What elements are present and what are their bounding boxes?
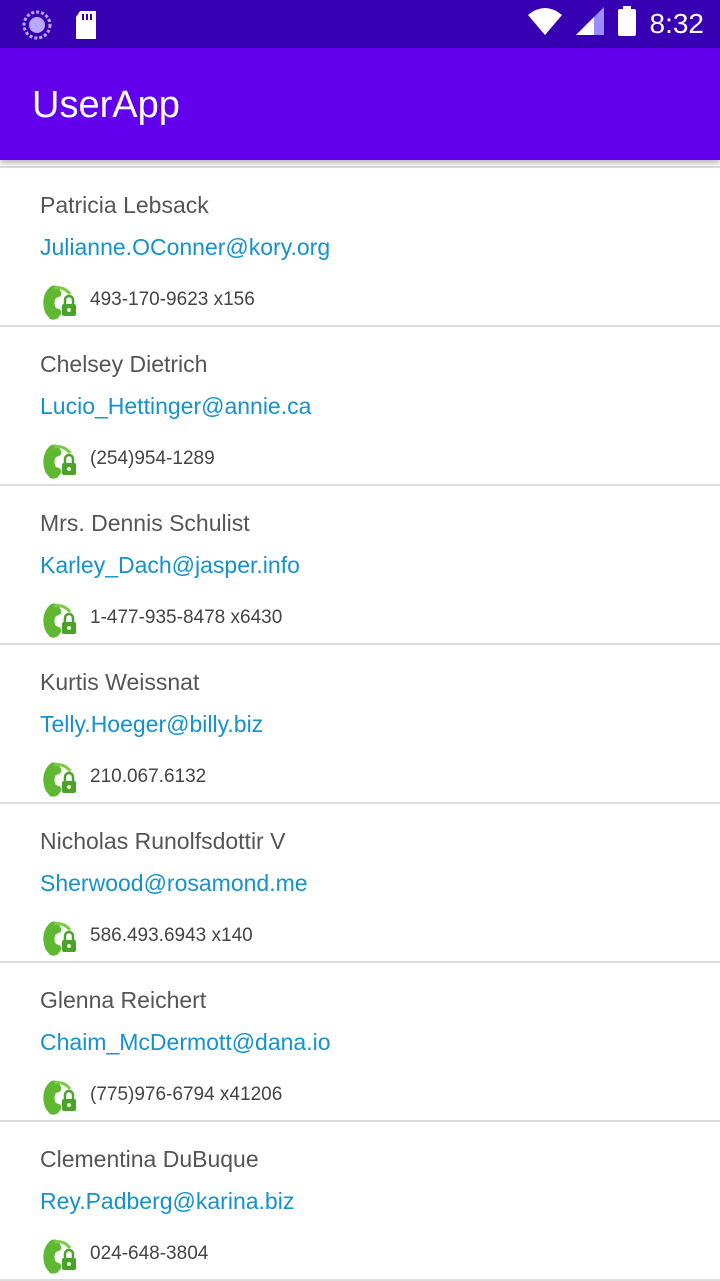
user-phone: 1-477-935-8478 x6430 bbox=[90, 607, 283, 628]
app-title: UserApp bbox=[32, 84, 180, 126]
user-name: Kurtis Weissnat bbox=[40, 669, 200, 695]
phone-lock-icon bbox=[40, 439, 80, 479]
list-item[interactable]: Chelsey Dietrich Lucio_Hettinger@annie.c… bbox=[0, 327, 720, 486]
user-name: Glenna Reichert bbox=[40, 987, 207, 1013]
signal-icon bbox=[575, 7, 604, 40]
user-email-link[interactable]: Sherwood@rosamond.me bbox=[40, 870, 308, 897]
status-bar: 8:32 bbox=[0, 0, 720, 48]
user-phone: (254)954-1289 bbox=[90, 448, 215, 469]
list-item[interactable]: Glenna Reichert Chaim_McDermott@dana.io … bbox=[0, 963, 720, 1122]
app-bar: UserApp bbox=[0, 48, 720, 160]
phone-lock-icon bbox=[40, 598, 80, 638]
user-email-link[interactable]: Chaim_McDermott@dana.io bbox=[40, 1029, 331, 1056]
list-item[interactable]: Nicholas Runolfsdottir V Sherwood@rosamo… bbox=[0, 804, 720, 963]
list-item[interactable]: Patricia Lebsack Julianne.OConner@kory.o… bbox=[0, 168, 720, 327]
user-email-link[interactable]: Telly.Hoeger@billy.biz bbox=[40, 711, 263, 738]
phone-lock-icon bbox=[40, 757, 80, 797]
phone-lock-icon bbox=[40, 1234, 80, 1274]
user-email-link[interactable]: Karley_Dach@jasper.info bbox=[40, 552, 300, 579]
user-phone: (775)976-6794 x41206 bbox=[90, 1084, 283, 1105]
list-item[interactable]: Kurtis Weissnat Telly.Hoeger@billy.biz 2… bbox=[0, 645, 720, 804]
sd-card-icon bbox=[74, 11, 98, 44]
user-name: Patricia Lebsack bbox=[40, 192, 209, 218]
phone-lock-icon bbox=[40, 280, 80, 320]
user-email-link[interactable]: Lucio_Hettinger@annie.ca bbox=[40, 393, 311, 420]
phone-lock-icon bbox=[40, 1075, 80, 1115]
list-item[interactable]: Clementina DuBuque Rey.Padberg@karina.bi… bbox=[0, 1122, 720, 1281]
user-name: Mrs. Dennis Schulist bbox=[40, 510, 250, 536]
user-name: Nicholas Runolfsdottir V bbox=[40, 828, 286, 854]
battery-icon bbox=[617, 6, 636, 41]
user-phone: 493-170-9623 x156 bbox=[90, 289, 255, 310]
user-name: Clementina DuBuque bbox=[40, 1146, 259, 1172]
user-email-link[interactable]: Rey.Padberg@karina.biz bbox=[40, 1188, 294, 1215]
phone-lock-icon bbox=[40, 916, 80, 956]
user-phone: 586.493.6943 x140 bbox=[90, 925, 253, 946]
list-item[interactable]: Mrs. Dennis Schulist Karley_Dach@jasper.… bbox=[0, 486, 720, 645]
user-name: Chelsey Dietrich bbox=[40, 351, 208, 377]
user-phone: 210.067.6132 bbox=[90, 766, 207, 787]
user-phone: 024-648-3804 bbox=[90, 1243, 209, 1264]
wifi-icon bbox=[527, 7, 562, 40]
user-list[interactable]: Patricia Lebsack Julianne.OConner@kory.o… bbox=[0, 166, 720, 1281]
loading-icon bbox=[22, 10, 52, 45]
status-time: 8:32 bbox=[649, 7, 705, 39]
user-email-link[interactable]: Julianne.OConner@kory.org bbox=[40, 234, 330, 261]
